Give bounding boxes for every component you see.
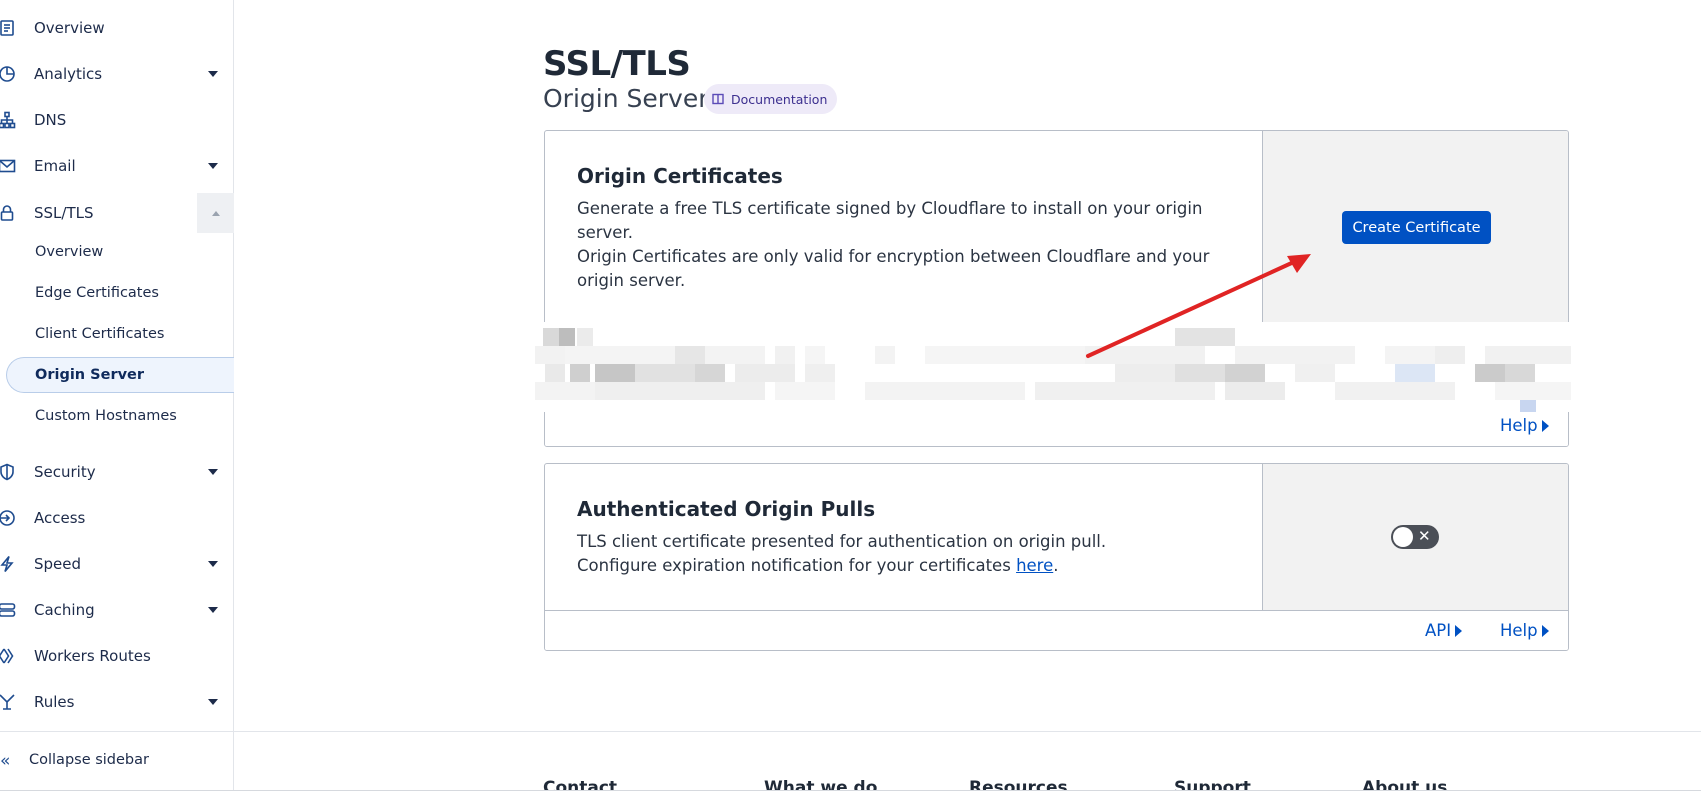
expiration-notification-link[interactable]: here [1016,556,1053,575]
page-subtitle: Origin Server [543,84,709,113]
sidebar-item-label: Workers Routes [34,647,151,665]
sidebar-subitem-label: Client Certificates [35,326,165,342]
window-bottom-edge [0,790,1701,800]
documentation-link[interactable]: Documentation [704,84,838,114]
origin-certificates-note: Origin Certificates are only valid for e… [577,247,1210,290]
sidebar-item-label: Speed [34,555,82,573]
caret-right-icon [1541,419,1549,432]
lock-icon [0,204,16,222]
sidebar-item-label: SSL/TLS [34,204,94,222]
chevron-up-icon[interactable] [197,193,234,233]
help-link[interactable]: Help [1500,416,1549,435]
sidebar-item-rules[interactable]: Rules [0,682,233,722]
collapse-sidebar-label: Collapse sidebar [29,752,149,768]
sidebar-item-speed[interactable]: Speed [0,544,233,584]
sidebar-item-dns[interactable]: DNS [0,100,233,140]
close-icon: ✕ [1418,527,1431,545]
shield-icon [0,463,16,481]
sidebar-subitem-label: Origin Server [35,367,145,383]
page-title: SSL/TLS [543,44,691,84]
sidebar-item-ssl-tls[interactable]: SSL/TLS [0,193,234,233]
sidebar-item-label: Access [34,509,86,527]
sidebar-item-email[interactable]: Email [0,146,233,186]
authenticated-origin-pulls-body: Authenticated Origin Pulls TLS client ce… [545,464,1262,610]
sidebar-item-overview[interactable]: Overview [0,8,233,48]
authenticated-origin-pulls-card: Authenticated Origin Pulls TLS client ce… [544,463,1569,651]
caret-right-icon [1541,624,1549,637]
documentation-label: Documentation [731,91,828,107]
sidebar-divider [0,731,233,732]
sidebar-item-label: Email [34,157,76,175]
sidebar-subitem-custom-hostnames[interactable]: Custom Hostnames [0,398,233,434]
caret-right-icon [1455,624,1463,637]
sidebar-item-caching[interactable]: Caching [0,590,233,630]
origin-certificates-body: Origin Certificates Generate a free TLS … [545,131,1262,325]
authenticated-origin-pulls-footer: API Help [545,610,1568,650]
expiration-text-prefix: Configure expiration notification for yo… [577,556,1017,575]
expiration-notification-text: Configure expiration notification for yo… [577,554,1227,578]
create-certificate-button[interactable]: Create Certificate [1342,211,1491,244]
network-icon [0,111,16,129]
sidebar-item-analytics[interactable]: Analytics [0,54,233,94]
sidebar-subitem-label: Overview [35,244,104,260]
lightning-icon [0,555,16,573]
chevron-down-icon[interactable] [208,69,218,79]
sidebar-item-access[interactable]: Access [0,498,233,538]
expiration-text-suffix: . [1053,556,1059,575]
pie-chart-icon [0,65,16,83]
sidebar-item-label: Rules [34,693,75,711]
chevron-down-icon[interactable] [208,559,218,569]
chevron-down-icon[interactable] [208,697,218,707]
authenticated-origin-pulls-toggle[interactable]: ✕ [1391,525,1439,549]
authenticated-origin-pulls-description: TLS client certificate presented for aut… [577,532,1107,551]
chevron-down-icon[interactable] [208,467,218,477]
origin-certificates-description: Generate a free TLS certificate signed b… [577,199,1203,242]
sidebar-subitem-label: Edge Certificates [35,285,159,301]
book-icon [712,93,724,105]
help-label: Help [1500,416,1538,435]
sidebar-item-label: Caching [34,601,95,619]
help-label: Help [1500,621,1538,640]
server-icon [0,601,16,619]
api-label: API [1425,621,1452,640]
document-icon [0,19,16,37]
sidebar-item-label: DNS [34,111,67,129]
sidebar-item-label: Overview [34,19,105,37]
api-link[interactable]: API [1425,621,1463,640]
origin-certificates-title: Origin Certificates [577,164,783,188]
sidebar-item-workers-routes[interactable]: Workers Routes [0,636,233,676]
sidebar-item-label: Security [34,463,96,481]
workers-icon [0,647,16,665]
sidebar-subitem-origin-server[interactable]: Origin Server [6,357,234,393]
rules-icon [0,693,16,711]
sidebar: Overview Analytics DNS Email SSL/TLS Ove… [0,0,234,800]
toggle-knob [1393,527,1413,547]
sidebar-subitem-client-certificates[interactable]: Client Certificates [0,316,233,352]
collapse-sidebar-button[interactable]: « Collapse sidebar [0,744,233,776]
chevron-down-icon[interactable] [208,605,218,615]
chevron-down-icon[interactable] [208,161,218,171]
help-link[interactable]: Help [1500,621,1549,640]
redacted-region [535,322,1571,412]
sidebar-subitem-edge-certificates[interactable]: Edge Certificates [0,275,233,311]
access-icon [0,509,16,527]
sidebar-subitem-overview[interactable]: Overview [0,234,233,270]
authenticated-origin-pulls-title: Authenticated Origin Pulls [577,497,876,521]
sidebar-subitem-label: Custom Hostnames [35,408,177,424]
footer-divider [234,731,1701,732]
sidebar-item-label: Analytics [34,65,103,83]
sidebar-item-security[interactable]: Security [0,452,233,492]
envelope-icon [0,157,16,175]
double-chevron-left-icon: « [0,751,11,771]
